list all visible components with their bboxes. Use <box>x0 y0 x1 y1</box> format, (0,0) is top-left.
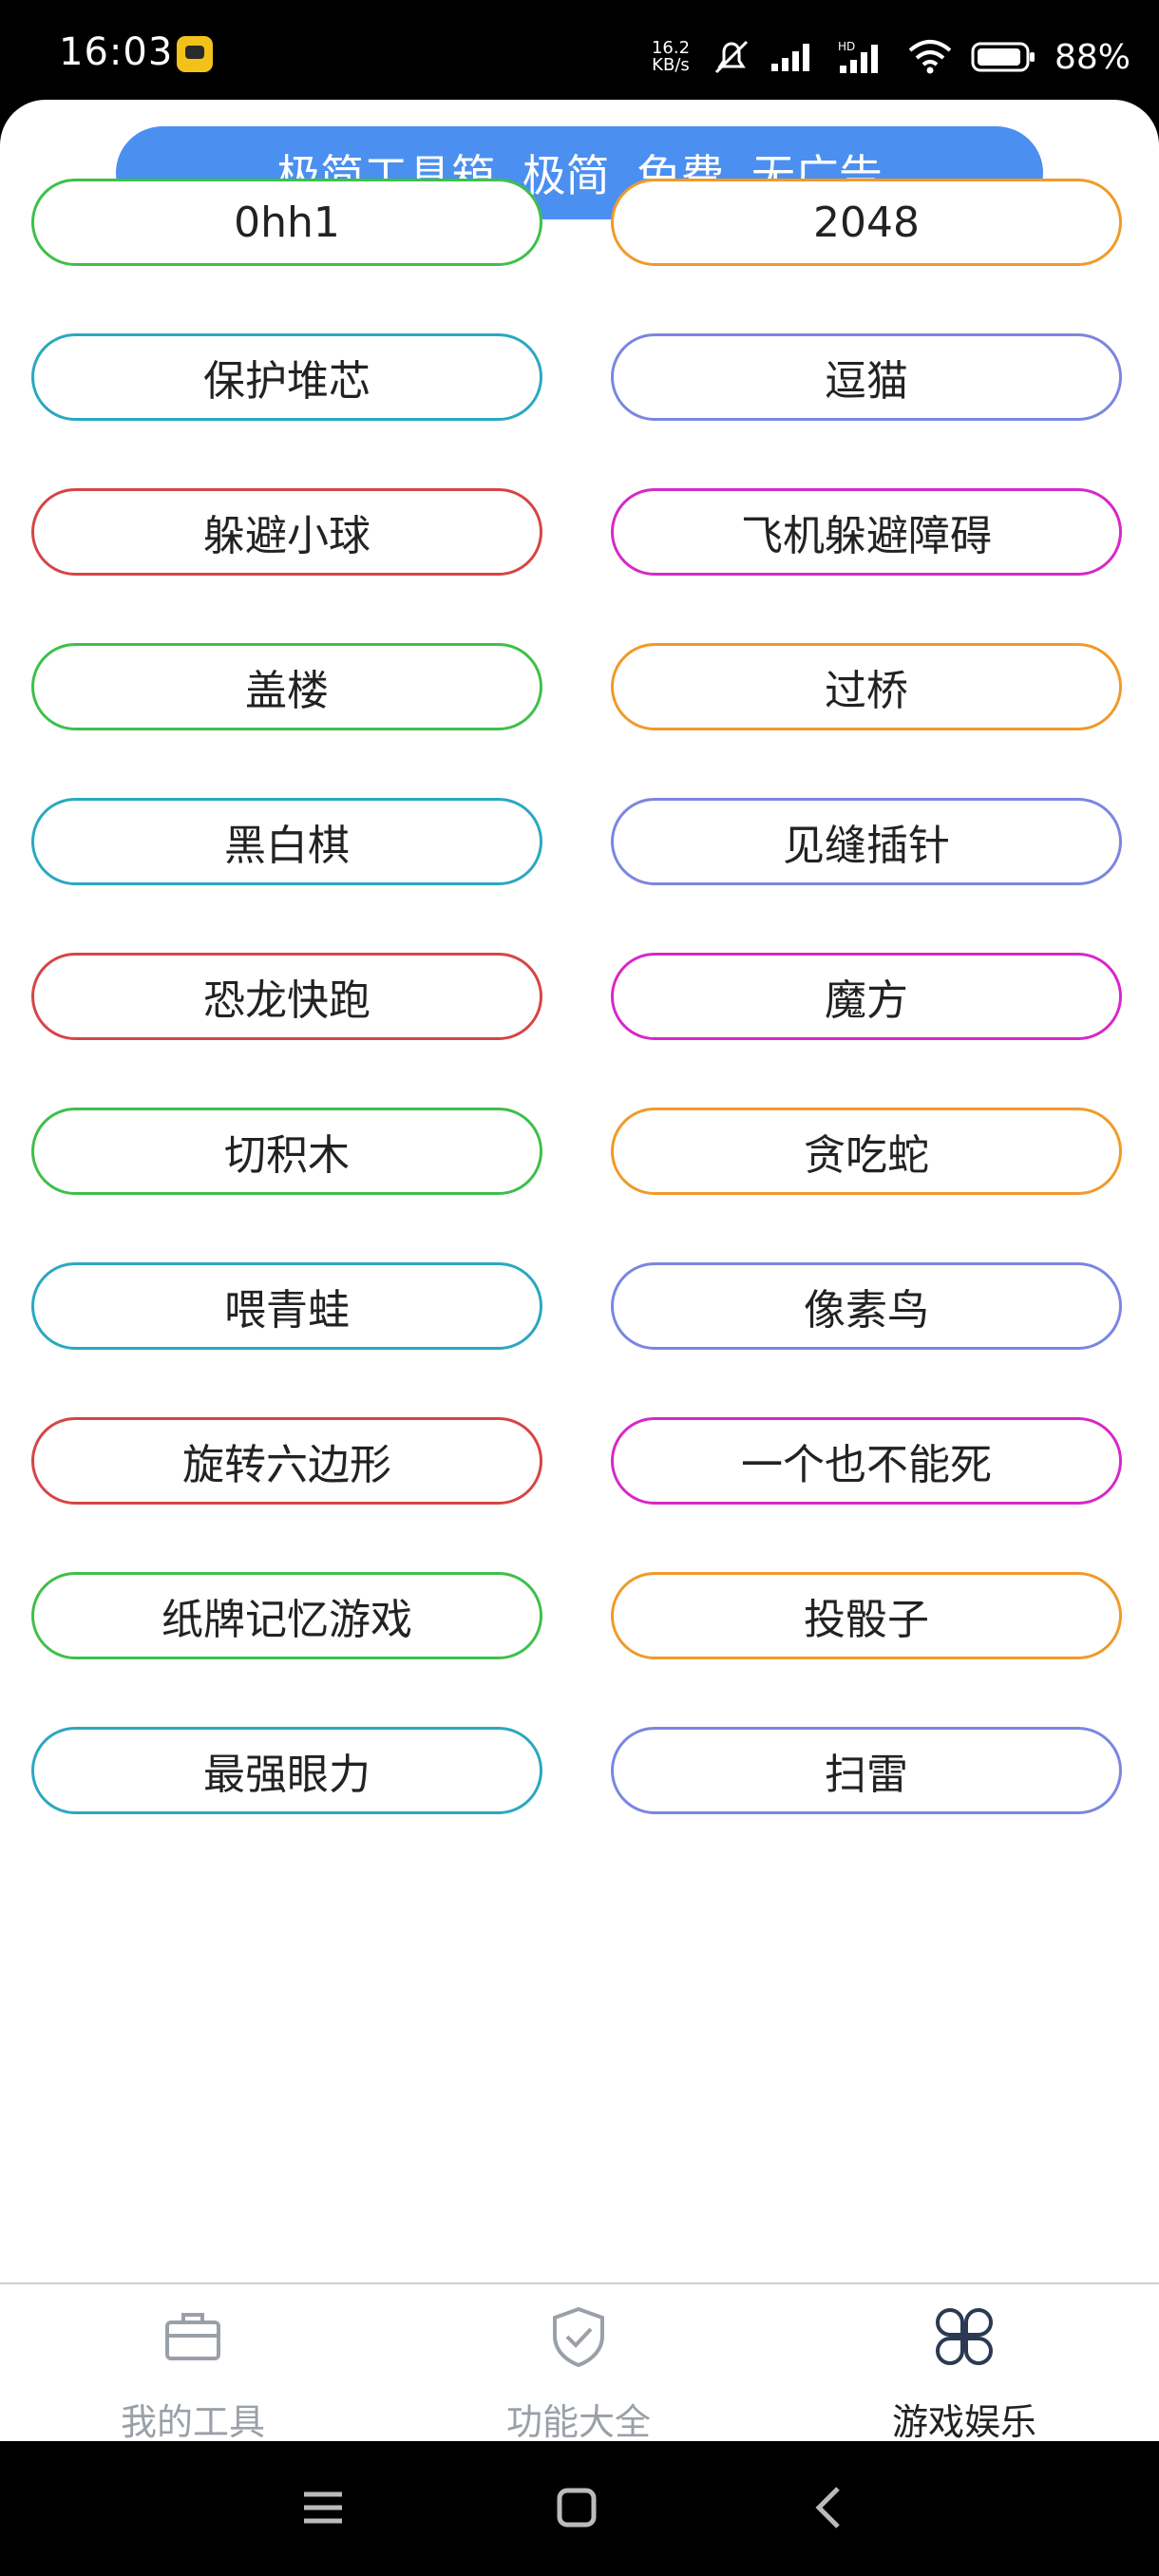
wifi-icon <box>906 39 954 75</box>
tab-all-features[interactable]: 功能大全 <box>386 2284 771 2446</box>
tab-my-tools-label: 我的工具 <box>120 2401 265 2443</box>
tab-games[interactable]: 游戏娱乐 <box>771 2284 1157 2446</box>
game-button[interactable]: 扫雷 <box>611 1727 1122 1814</box>
shield-check-icon <box>553 2306 604 2368</box>
signal-hd-icon: HD <box>836 39 889 75</box>
game-button[interactable]: 投骰子 <box>611 1572 1122 1659</box>
game-button[interactable]: 飞机躲避障碍 <box>611 488 1122 576</box>
notification-app-icon <box>177 36 213 72</box>
game-button[interactable]: 最强眼力 <box>31 1727 542 1814</box>
game-button[interactable]: 黑白棋 <box>31 798 542 885</box>
game-button[interactable]: 像素鸟 <box>611 1262 1122 1350</box>
game-button[interactable]: 见缝插针 <box>611 798 1122 885</box>
game-button[interactable]: 2048 <box>611 179 1122 266</box>
system-nav-bar <box>0 2441 1159 2576</box>
game-button[interactable]: 魔方 <box>611 953 1122 1040</box>
status-time: 16:03 <box>59 30 174 74</box>
status-bar: 16:03 16.2 KB/s HD 88% <box>0 0 1159 104</box>
svg-text:HD: HD <box>838 40 855 53</box>
game-button[interactable]: 盖楼 <box>31 643 542 730</box>
game-button[interactable]: 旋转六边形 <box>31 1417 542 1505</box>
game-button[interactable]: 保护堆芯 <box>31 333 542 421</box>
tab-all-features-label: 功能大全 <box>505 2401 651 2443</box>
battery-icon <box>971 40 1037 74</box>
signal-icon <box>770 41 819 73</box>
main-content: 极简工具箱 极简 免费 无广告 0hh1 2048 保护堆芯 逗猫 躲避小球 飞机躲避障碍… <box>0 100 1159 2541</box>
status-icons: 16.2 KB/s HD 88% <box>648 28 1130 85</box>
mute-bell-icon <box>711 38 752 76</box>
tab-my-tools[interactable]: 我的工具 <box>0 2284 386 2446</box>
game-button[interactable]: 恐龙快跑 <box>31 953 542 1040</box>
menu-icon[interactable] <box>285 2470 361 2546</box>
game-button[interactable]: 一个也不能死 <box>611 1417 1122 1505</box>
briefcase-icon <box>165 2313 220 2360</box>
game-button[interactable]: 逗猫 <box>611 333 1122 421</box>
home-icon[interactable] <box>539 2470 615 2546</box>
game-button[interactable]: 0hh1 <box>31 179 542 266</box>
game-button[interactable]: 纸牌记忆游戏 <box>31 1572 542 1659</box>
game-button[interactable]: 喂青蛙 <box>31 1262 542 1350</box>
game-button[interactable]: 贪吃蛇 <box>611 1108 1122 1195</box>
game-button[interactable]: 切积木 <box>31 1108 542 1195</box>
battery-percent: 88% <box>1054 37 1130 77</box>
back-icon[interactable] <box>792 2470 868 2546</box>
game-button[interactable]: 躲避小球 <box>31 488 542 576</box>
net-speed-unit: KB/s <box>652 55 690 75</box>
tab-games-label: 游戏娱乐 <box>891 2401 1036 2443</box>
four-petal-icon <box>936 2308 993 2365</box>
net-speed: 16.2 KB/s <box>648 40 694 74</box>
game-button[interactable]: 过桥 <box>611 643 1122 730</box>
